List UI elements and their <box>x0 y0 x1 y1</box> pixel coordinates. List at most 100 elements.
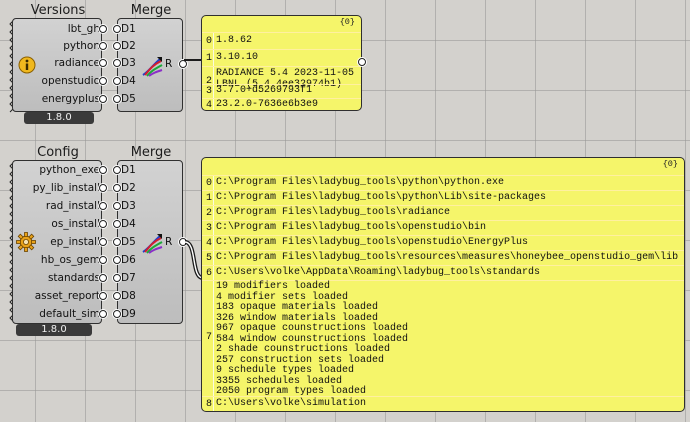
panel-1-path: {0} <box>339 17 355 27</box>
merge-2-input-d6[interactable]: D6 <box>115 252 173 268</box>
panel-1-row-value: 23.2.0-7636e6b3e9 <box>216 99 319 110</box>
panel-2-row: 0 C:\Program Files\ladybug_tools\python\… <box>202 175 684 190</box>
gear-icon <box>16 232 36 252</box>
panel-2-row-index: 1 <box>205 193 212 204</box>
panel-2-row-index: 5 <box>205 253 212 264</box>
panel-1-row-value: RADIANCE 5.4 2023-11-05 <box>216 68 355 79</box>
versions-output-openstudio[interactable]: openstudio <box>30 73 108 89</box>
panel-2-row: 6 C:\Users\volke\AppData\Roaming\ladybug… <box>202 265 684 280</box>
panel-1-row-index: 3 <box>205 86 212 97</box>
versions-output-radiance[interactable]: radiance <box>30 55 108 71</box>
config-output-python-exe[interactable]: python_exe <box>16 162 108 178</box>
config-grip[interactable] <box>99 220 107 228</box>
panel-1-row-index: 4 <box>205 100 212 111</box>
panel-2-row-value: C:\Program Files\ladybug_tools\python\Li… <box>216 192 547 203</box>
config-output-standards[interactable]: standards <box>16 270 108 286</box>
panel-2-row-value: C:\Program Files\ladybug_tools\python\py… <box>216 177 505 188</box>
config-grip[interactable] <box>99 202 107 210</box>
panel-2-row: 7 19 modifiers loaded 4 modifier sets lo… <box>202 280 684 397</box>
merge-2-output-r[interactable]: R <box>165 234 179 250</box>
config-grip[interactable] <box>99 310 107 318</box>
panel-1[interactable]: {0} 0 1.8.62 1 3.10.10 2 RADIANCE 5.4 20… <box>201 15 362 111</box>
merge-1-input-d1[interactable]: D1 <box>115 21 173 37</box>
merge-2-input-d3[interactable]: D3 <box>115 198 173 214</box>
panel-2-row-index: 3 <box>205 223 212 234</box>
merge-icon <box>142 57 163 77</box>
merge-2-title: Merge <box>130 145 172 160</box>
merge-2-input-d9[interactable]: D9 <box>115 306 173 322</box>
panel-2-row: 2 C:\Program Files\ladybug_tools\radianc… <box>202 205 684 220</box>
panel-1-row: 0 1.8.62 <box>202 32 361 49</box>
info-icon <box>18 56 36 74</box>
panel-2-row-value: C:\Program Files\ladybug_tools\openstudi… <box>216 237 529 248</box>
panel-2-row: 8 C:\Users\volke\simulation <box>202 396 684 411</box>
versions-title: Versions <box>30 3 86 18</box>
merge-1-input-d5[interactable]: D5 <box>115 91 173 107</box>
panel-2-row-value: 19 modifiers loaded <box>216 281 331 292</box>
merge-1-input-d2[interactable]: D2 <box>115 38 173 54</box>
config-grip[interactable] <box>99 238 107 246</box>
merge-1-output-r[interactable]: R <box>165 56 179 72</box>
panel-2-path: {0} <box>662 159 678 169</box>
versions-grip-python[interactable] <box>99 42 107 50</box>
versions-output-python[interactable]: python <box>30 38 108 54</box>
versions-output-lbt-gh[interactable]: lbt_gh <box>30 21 108 37</box>
config-title: Config <box>37 145 79 160</box>
panel-1-row-index: 1 <box>205 53 212 64</box>
config-output-rad-install[interactable]: rad_install <box>16 198 108 214</box>
panel-1-row: 3 3.7.0+d5269793f1 <box>202 84 361 98</box>
panel-2-row-index: 0 <box>205 178 212 189</box>
config-version-tag: 1.8.0 <box>16 324 92 336</box>
merge-1-grip-out-r[interactable] <box>179 60 187 68</box>
merge-2-input-d2[interactable]: D2 <box>115 180 173 196</box>
versions-component[interactable]: Versions lbt_gh python radiance openstud… <box>4 4 108 124</box>
wire-merge1-panel1 <box>184 59 202 61</box>
merge-1-title: Merge <box>130 3 172 18</box>
config-output-os-install[interactable]: os_install <box>16 216 108 232</box>
versions-grip-openstudio[interactable] <box>99 77 107 85</box>
config-component[interactable]: Config python_exe py_lib_install rad_ins… <box>4 146 108 336</box>
config-grip[interactable] <box>99 292 107 300</box>
panel-1-row-value: 3.10.10 <box>216 52 259 63</box>
panel-1-row-index: 0 <box>205 36 212 47</box>
versions-grip-radiance[interactable] <box>99 59 107 67</box>
merge-icon <box>142 234 163 254</box>
merge-2-input-d4[interactable]: D4 <box>115 216 173 232</box>
config-output-asset-report[interactable]: asset_report <box>16 288 108 304</box>
panel-2-row-value: 2 shade counstructions loaded <box>216 344 391 355</box>
versions-version-tag: 1.8.0 <box>24 112 94 124</box>
panel-2-row-value: C:\Users\volke\AppData\Roaming\ladybug_t… <box>216 267 541 278</box>
panel-2-row-value: 9 schedule types loaded <box>216 365 355 376</box>
panel-2-row: 3 C:\Program Files\ladybug_tools\openstu… <box>202 220 684 235</box>
panel-2-row-value: C:\Program Files\ladybug_tools\openstudi… <box>216 222 487 233</box>
panel-2-row: 4 C:\Program Files\ladybug_tools\openstu… <box>202 235 684 250</box>
config-output-default-sim[interactable]: default_sim <box>16 306 108 322</box>
config-grip[interactable] <box>99 166 107 174</box>
merge-2-input-d7[interactable]: D7 <box>115 270 173 286</box>
merge-component-1[interactable]: Merge D1 D2 D3 D4 D5 R <box>113 3 187 114</box>
panel-1-grip-out[interactable] <box>358 58 366 66</box>
panel-2-row-index: 7 <box>205 332 212 343</box>
panel-2-row-value: C:\Program Files\ladybug_tools\radiance <box>216 207 451 218</box>
panel-2-row-value: C:\Users\volke\simulation <box>216 398 367 409</box>
versions-grip-energyplus[interactable] <box>99 95 107 103</box>
versions-output-energyplus[interactable]: energyplus <box>30 91 108 107</box>
panel-2[interactable]: {0} 0 C:\Program Files\ladybug_tools\pyt… <box>201 157 685 412</box>
panel-2-row-value: 183 opaque materials loaded <box>216 302 379 313</box>
panel-2-row-index: 6 <box>205 268 212 279</box>
panel-2-row-index: 4 <box>205 238 212 249</box>
merge-component-2[interactable]: Merge D1 D2 D3 D4 D5 D6 D7 D8 D9 R <box>113 145 187 326</box>
config-grip[interactable] <box>99 256 107 264</box>
merge-2-input-d1[interactable]: D1 <box>115 162 173 178</box>
config-grip[interactable] <box>99 184 107 192</box>
merge-2-input-d8[interactable]: D8 <box>115 288 173 304</box>
config-output-py-lib-install[interactable]: py_lib_install <box>16 180 108 196</box>
config-output-hb-os-gem[interactable]: hb_os_gem <box>16 252 108 268</box>
panel-1-row-value: 1.8.62 <box>216 35 253 46</box>
panel-2-row-index: 8 <box>205 399 212 410</box>
versions-grip-lbt-gh[interactable] <box>99 25 107 33</box>
config-grip[interactable] <box>99 274 107 282</box>
panel-1-row: 4 23.2.0-7636e6b3e9 <box>202 98 361 111</box>
panel-2-row: 1 C:\Program Files\ladybug_tools\python\… <box>202 190 684 205</box>
panel-2-row: 5 C:\Program Files\ladybug_tools\resourc… <box>202 250 684 265</box>
